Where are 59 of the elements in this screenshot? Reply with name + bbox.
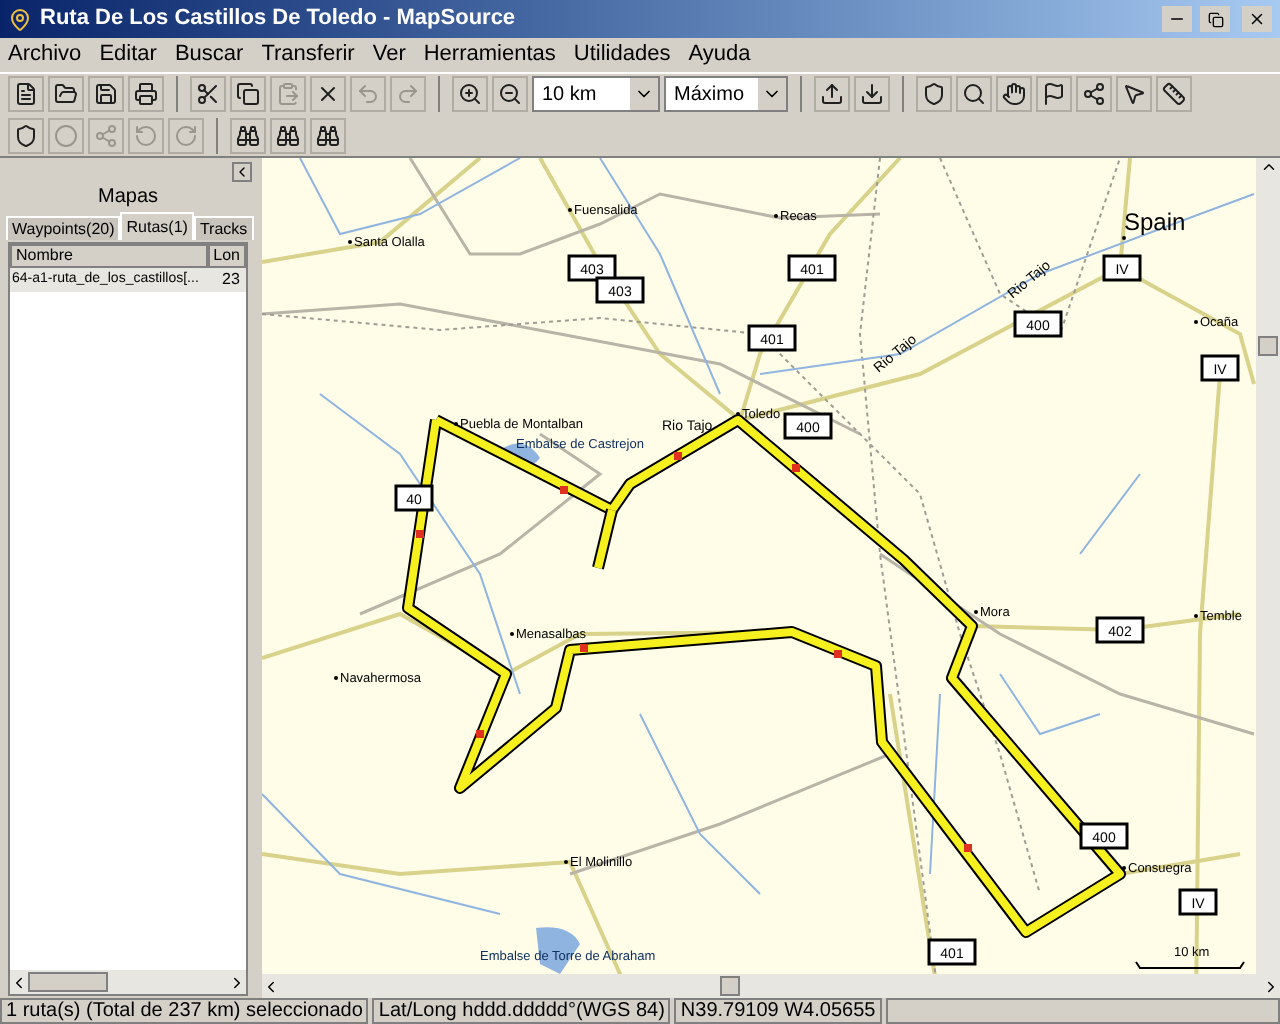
cut-icon[interactable] — [190, 76, 226, 112]
menu-item[interactable]: Editar — [99, 38, 157, 72]
download-icon[interactable] — [854, 76, 890, 112]
menu-item[interactable]: Buscar — [174, 38, 244, 72]
map-canvas[interactable] — [262, 158, 1256, 974]
binoculars-icon[interactable] — [230, 117, 266, 153]
menu-item[interactable]: Transferir — [261, 38, 355, 72]
zoom-in-icon[interactable] — [452, 76, 488, 112]
menu-item[interactable]: Ayuda — [688, 38, 751, 72]
menu-item[interactable]: Ver — [372, 38, 406, 72]
restore-icon — [1207, 11, 1223, 27]
route-length: 23 — [220, 268, 242, 292]
menu-item[interactable]: Utilidades — [573, 38, 671, 72]
print-icon[interactable] — [128, 76, 164, 112]
binoculars-icon[interactable] — [310, 117, 346, 153]
shield-icon[interactable] — [8, 117, 44, 153]
horizontal-scrollbar[interactable] — [262, 974, 1280, 998]
app-icon — [8, 7, 32, 31]
scrollbar-thumb[interactable] — [1258, 336, 1278, 356]
scrollbar-thumb[interactable] — [28, 972, 108, 992]
upload-icon[interactable] — [814, 76, 850, 112]
horizontal-scrollbar[interactable] — [10, 970, 246, 994]
menu-item[interactable]: Herramientas — [423, 38, 556, 72]
zoom-tool-icon[interactable] — [956, 76, 992, 112]
vertical-scrollbar[interactable] — [1256, 158, 1280, 974]
route-tool-icon[interactable] — [1076, 76, 1112, 112]
restore-button[interactable] — [1200, 6, 1230, 32]
status-text: Lat/Long hddd.ddddd°(WGS 84) — [372, 998, 671, 1024]
open-folder-icon[interactable] — [48, 76, 84, 112]
copy-icon[interactable] — [230, 76, 266, 112]
hand-icon[interactable] — [996, 76, 1032, 112]
zoom-out-icon[interactable] — [492, 76, 528, 112]
minimize-button[interactable] — [1162, 6, 1192, 32]
status-text: N39.79109 W4.05655 — [674, 998, 882, 1024]
tab[interactable]: Rutas(1) — [120, 212, 194, 240]
tab[interactable]: Waypoints(20) — [6, 216, 121, 240]
tab[interactable]: Tracks — [193, 216, 254, 240]
column-header[interactable]: Lon — [207, 244, 246, 268]
scrollbar-thumb[interactable] — [720, 976, 740, 996]
ruler-icon[interactable] — [1156, 76, 1192, 112]
window-title: Ruta De Los Castillos De Toledo - MapSource — [40, 4, 518, 35]
delete-icon[interactable] — [310, 76, 346, 112]
close-button[interactable] — [1242, 6, 1272, 32]
close-icon — [1248, 10, 1266, 28]
detail-select[interactable]: Máximo — [664, 76, 788, 112]
collapse-button[interactable] — [232, 162, 252, 182]
place-label: Spain — [1124, 208, 1186, 236]
new-icon[interactable] — [8, 76, 44, 112]
map-tool-icon[interactable] — [916, 76, 952, 112]
status-text: 1 ruta(s) (Total de 237 km) seleccionado — [0, 998, 369, 1024]
panel-title: Mapas — [95, 184, 160, 212]
binoculars-icon[interactable] — [270, 117, 306, 153]
column-header[interactable]: Nombre — [10, 244, 208, 268]
nodes-icon[interactable] — [88, 117, 124, 153]
menu-item[interactable]: Archivo — [8, 38, 82, 72]
pointer-icon[interactable] — [1116, 76, 1152, 112]
flag-icon[interactable] — [1036, 76, 1072, 112]
zoom-scale-select[interactable]: 10 km — [532, 76, 660, 112]
save-icon[interactable] — [88, 76, 124, 112]
